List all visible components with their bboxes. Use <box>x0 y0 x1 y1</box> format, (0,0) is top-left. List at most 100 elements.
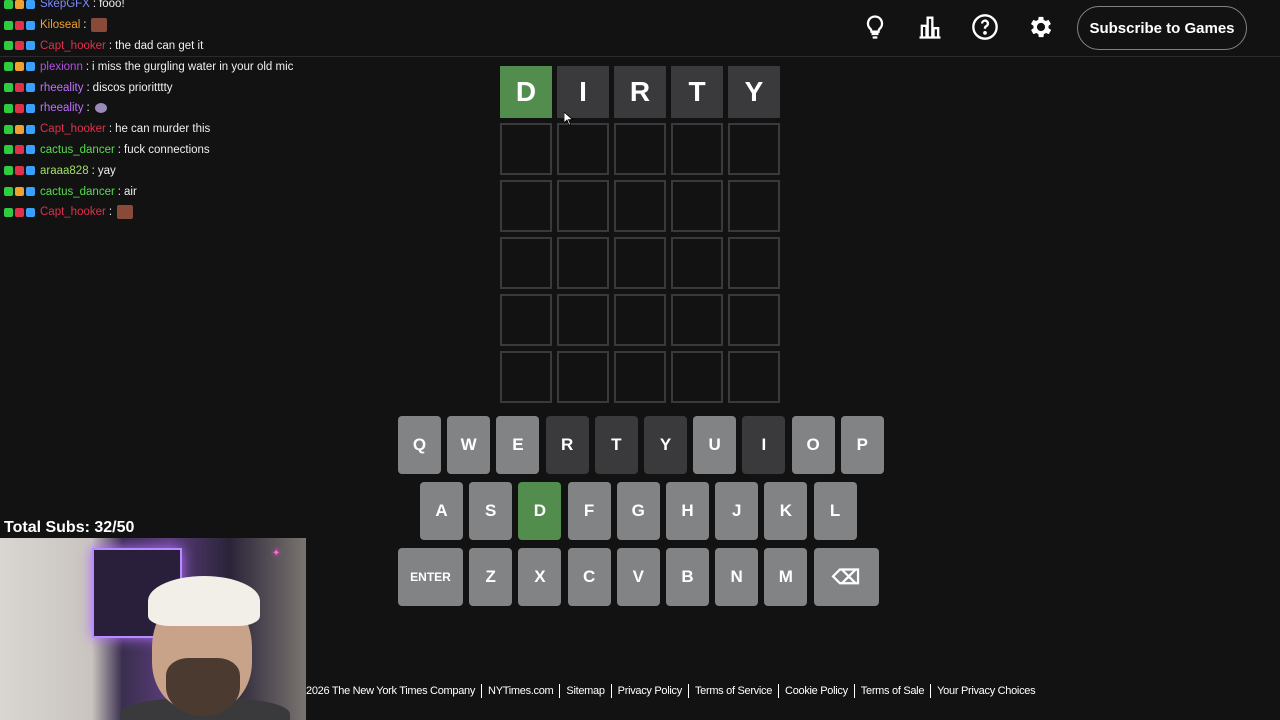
footer-link-cookie-policy[interactable]: Cookie Policy <box>779 684 855 698</box>
chat-message: Capt_hooker: he can murder this <box>0 119 340 140</box>
footer-link-nytimes-com[interactable]: NYTimes.com <box>482 684 561 698</box>
board-tile-d: D <box>500 66 552 118</box>
stats-icon[interactable] <box>915 12 945 42</box>
help-icon[interactable] <box>970 12 1000 42</box>
chat-message: plexionn: i miss the gurgling water in yo… <box>0 56 340 77</box>
board-tile-empty <box>671 294 723 346</box>
key-l[interactable]: L <box>813 482 857 540</box>
key-i[interactable]: I <box>742 416 786 474</box>
key-u[interactable]: U <box>693 416 737 474</box>
lightbulb-icon[interactable] <box>860 12 890 42</box>
board-tile-i: I <box>557 66 609 118</box>
key-q[interactable]: Q <box>398 416 441 474</box>
chat-badge-icon <box>4 166 13 176</box>
chat-separator: : <box>83 19 87 32</box>
key-v[interactable]: V <box>616 548 660 606</box>
key-b[interactable]: B <box>666 548 709 606</box>
webcam-cap <box>148 576 260 626</box>
chat-username[interactable]: Capt_hooker <box>40 123 106 135</box>
chat-separator: : <box>91 164 95 177</box>
neon-sign: ✦ <box>272 548 281 559</box>
chat-badges <box>4 0 35 9</box>
chat-text: discos prioritttty <box>92 81 173 94</box>
key-d[interactable]: D <box>518 482 562 540</box>
key-f[interactable]: F <box>567 482 611 540</box>
chat-username[interactable]: rheeality <box>40 82 83 94</box>
key-r[interactable]: R <box>545 416 589 474</box>
chat-separator: : <box>86 102 90 115</box>
chat-text: yay <box>97 164 116 177</box>
chat-username[interactable]: cactus_dancer <box>40 144 115 156</box>
key-g[interactable]: G <box>616 482 660 540</box>
board-tile-empty <box>671 351 723 403</box>
chat-badge-icon <box>15 62 24 72</box>
chat-username[interactable]: Capt_hooker <box>40 40 106 52</box>
chat-badge-icon <box>15 207 24 217</box>
chat-badge-icon <box>15 124 24 134</box>
chat-text: air <box>124 185 137 198</box>
key-t[interactable]: T <box>594 416 638 474</box>
key-z[interactable]: Z <box>469 548 513 606</box>
subs-counter: Total Subs: 32/50 <box>4 519 135 536</box>
key-c[interactable]: C <box>567 548 611 606</box>
chat-separator: : <box>117 143 121 156</box>
footer-link-terms-of-sale[interactable]: Terms of Sale <box>855 684 932 698</box>
enter-key[interactable]: ENTER <box>398 548 463 606</box>
key-x[interactable]: X <box>518 548 562 606</box>
chat-username[interactable]: cactus_dancer <box>40 186 115 198</box>
chat-username[interactable]: araaa828 <box>40 165 89 177</box>
chat-badge-icon <box>15 20 24 30</box>
chat-emote-icon <box>94 103 107 114</box>
footer-link-sitemap[interactable]: Sitemap <box>560 684 612 698</box>
settings-icon[interactable] <box>1026 12 1056 42</box>
key-a[interactable]: A <box>420 482 463 540</box>
board-tile-empty <box>557 294 609 346</box>
chat-badge-icon <box>4 41 13 51</box>
chat-username[interactable]: plexionn <box>40 61 83 73</box>
key-k[interactable]: K <box>764 482 808 540</box>
board-tile-empty <box>614 180 666 232</box>
chat-emote-icon <box>91 18 108 33</box>
key-o[interactable]: O <box>791 416 835 474</box>
board-tile-empty <box>557 123 609 175</box>
key-e[interactable]: E <box>496 416 540 474</box>
footer-link-terms-of-service[interactable]: Terms of Service <box>689 684 780 698</box>
key-w[interactable]: W <box>447 416 491 474</box>
chat-username[interactable]: Kiloseal <box>40 19 80 31</box>
chat-text: fooo! <box>99 0 125 11</box>
chat-badge-icon <box>26 145 35 155</box>
chat-separator: : <box>108 39 113 52</box>
chat-username[interactable]: SkepGFX <box>40 0 90 10</box>
key-p[interactable]: P <box>840 416 884 474</box>
key-n[interactable]: N <box>715 548 759 606</box>
chat-username[interactable]: Capt_hooker <box>40 206 106 218</box>
board-tile-empty <box>728 123 780 175</box>
footer-link-privacy-policy[interactable]: Privacy Policy <box>612 684 689 698</box>
chat-badges <box>4 207 35 217</box>
board-tile-empty <box>614 237 666 289</box>
chat-badge-icon <box>26 20 35 30</box>
chat-badges <box>4 20 35 30</box>
subscribe-button[interactable]: Subscribe to Games <box>1077 6 1247 50</box>
chat-badges <box>4 62 35 72</box>
key-j[interactable]: J <box>715 482 759 540</box>
board-tile-empty <box>557 351 609 403</box>
chat-badge-icon <box>4 62 13 72</box>
backspace-key[interactable]: ⌫ <box>813 548 879 606</box>
key-y[interactable]: Y <box>644 416 687 474</box>
footer-copyright: 2026 The New York Times Company <box>306 684 483 698</box>
chat-badge-icon <box>26 207 35 217</box>
chat-text: the dad can get it <box>115 39 204 52</box>
key-h[interactable]: H <box>666 482 709 540</box>
board-tile-empty <box>500 351 552 403</box>
board-tile-empty <box>728 237 780 289</box>
mouse-cursor-icon <box>564 112 574 126</box>
footer: 2026 The New York Times Company NYTimes.… <box>306 684 1041 698</box>
chat-badge-icon <box>15 166 24 176</box>
key-s[interactable]: S <box>469 482 513 540</box>
footer-link-your-privacy-choices[interactable]: Your Privacy Choices <box>931 684 1041 698</box>
chat-username[interactable]: rheeality <box>40 102 83 114</box>
key-m[interactable]: M <box>764 548 808 606</box>
board-tile-empty <box>500 180 552 232</box>
board-tile-empty <box>500 123 552 175</box>
